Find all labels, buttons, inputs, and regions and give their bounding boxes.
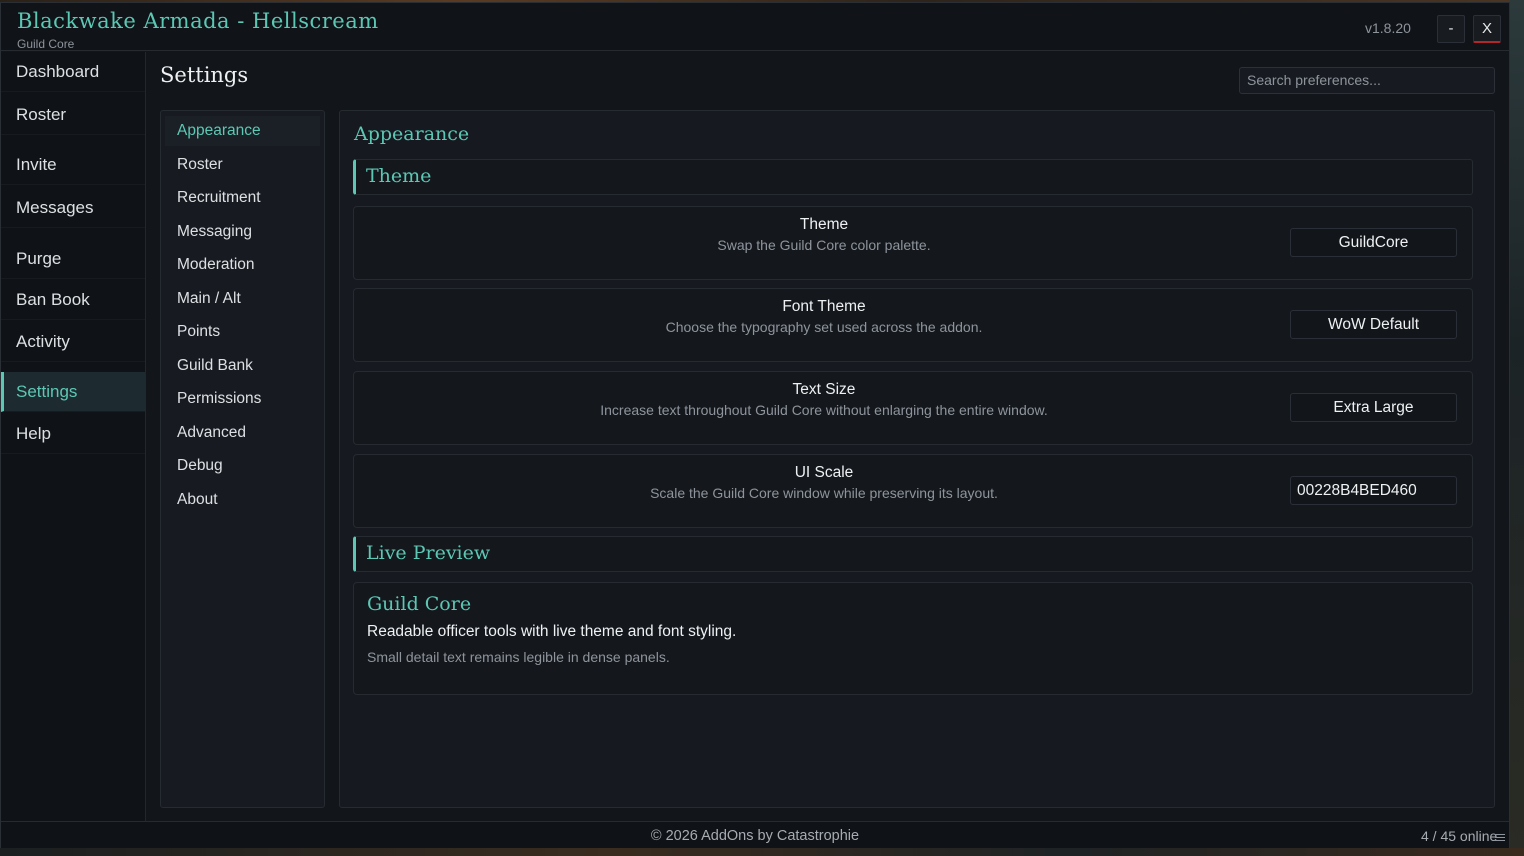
page-title: Settings <box>160 63 249 87</box>
guild-core-window: Blackwake Armada - Hellscream Guild Core… <box>0 2 1510 848</box>
resize-grip-icon[interactable] <box>1495 834 1505 841</box>
online-count: 4 / 45 online <box>1421 828 1498 844</box>
search-input[interactable]: Search preferences... <box>1239 67 1495 94</box>
setting-row-ui-scale: UI Scale Scale the Guild Core window whi… <box>353 454 1473 528</box>
settings-nav-moderation[interactable]: Moderation <box>165 250 320 280</box>
ui-scale-input[interactable]: 00228B4BED460 <box>1290 476 1457 505</box>
setting-row-theme: Theme Swap the Guild Core color palette.… <box>353 206 1473 280</box>
footer-copyright: © 2026 AddOns by Catastrophie <box>650 828 860 844</box>
preview-detail-text: Small detail text remains legible in den… <box>367 649 670 665</box>
nav-item-purge[interactable]: Purge <box>1 239 145 279</box>
game-background-bottom <box>0 848 1524 856</box>
setting-description: Swap the Guild Core color palette. <box>717 237 931 253</box>
theme-section-title: Theme <box>366 165 432 187</box>
content-title: Appearance <box>354 123 470 145</box>
nav-item-invite[interactable]: Invite <box>1 145 145 185</box>
settings-nav-recruitment[interactable]: Recruitment <box>165 183 320 213</box>
settings-category-list: Appearance Roster Recruitment Messaging … <box>160 110 325 808</box>
title-bar[interactable]: Blackwake Armada - Hellscream Guild Core… <box>1 3 1509 51</box>
text-size-dropdown[interactable]: Extra Large <box>1290 393 1457 422</box>
minimize-button[interactable]: - <box>1437 15 1465 43</box>
font-theme-dropdown[interactable]: WoW Default <box>1290 310 1457 339</box>
settings-nav-debug[interactable]: Debug <box>165 451 320 481</box>
setting-description: Scale the Guild Core window while preser… <box>650 485 998 501</box>
settings-nav-about[interactable]: About <box>165 485 320 515</box>
setting-row-text-size: Text Size Increase text throughout Guild… <box>353 371 1473 445</box>
status-bar: © 2026 AddOns by Catastrophie 4 / 45 onl… <box>1 821 1509 848</box>
settings-nav-points[interactable]: Points <box>165 317 320 347</box>
setting-label: UI Scale <box>794 464 854 481</box>
version-label: v1.8.20 <box>1365 20 1411 36</box>
setting-label: Font Theme <box>782 298 866 315</box>
close-button[interactable]: X <box>1473 15 1501 43</box>
live-preview-section-header: Live Preview <box>353 536 1473 572</box>
setting-label: Theme <box>799 216 849 233</box>
setting-label: Text Size <box>792 381 856 398</box>
theme-section-header: Theme <box>353 159 1473 195</box>
nav-item-dashboard[interactable]: Dashboard <box>1 52 145 92</box>
setting-description: Increase text throughout Guild Core with… <box>600 402 1048 418</box>
settings-nav-main-alt[interactable]: Main / Alt <box>165 284 320 314</box>
settings-nav-permissions[interactable]: Permissions <box>165 384 320 414</box>
settings-nav-appearance[interactable]: Appearance <box>165 116 320 146</box>
setting-row-font-theme: Font Theme Choose the typography set use… <box>353 288 1473 362</box>
setting-description: Choose the typography set used across th… <box>665 319 983 335</box>
nav-item-roster[interactable]: Roster <box>1 95 145 135</box>
game-background-right <box>1510 0 1524 856</box>
theme-dropdown[interactable]: GuildCore <box>1290 228 1457 257</box>
live-preview-card: Guild Core Readable officer tools with l… <box>353 582 1473 695</box>
settings-nav-messaging[interactable]: Messaging <box>165 217 320 247</box>
nav-item-ban-book[interactable]: Ban Book <box>1 280 145 320</box>
preview-body-text: Readable officer tools with live theme a… <box>367 623 737 640</box>
settings-nav-roster[interactable]: Roster <box>165 150 320 180</box>
live-preview-section-title: Live Preview <box>366 542 491 564</box>
main-nav: Dashboard Roster Invite Messages Purge B… <box>1 52 146 822</box>
settings-nav-advanced[interactable]: Advanced <box>165 418 320 448</box>
settings-nav-guild-bank[interactable]: Guild Bank <box>165 351 320 381</box>
nav-item-settings[interactable]: Settings <box>1 372 145 412</box>
preview-title: Guild Core <box>367 593 472 615</box>
window-title: Blackwake Armada - Hellscream <box>17 9 379 33</box>
nav-item-help[interactable]: Help <box>1 414 145 454</box>
settings-content-panel: Appearance Theme Theme Swap the Guild Co… <box>339 110 1495 808</box>
nav-item-activity[interactable]: Activity <box>1 322 145 362</box>
nav-item-messages[interactable]: Messages <box>1 188 145 228</box>
window-subtitle: Guild Core <box>17 37 75 51</box>
